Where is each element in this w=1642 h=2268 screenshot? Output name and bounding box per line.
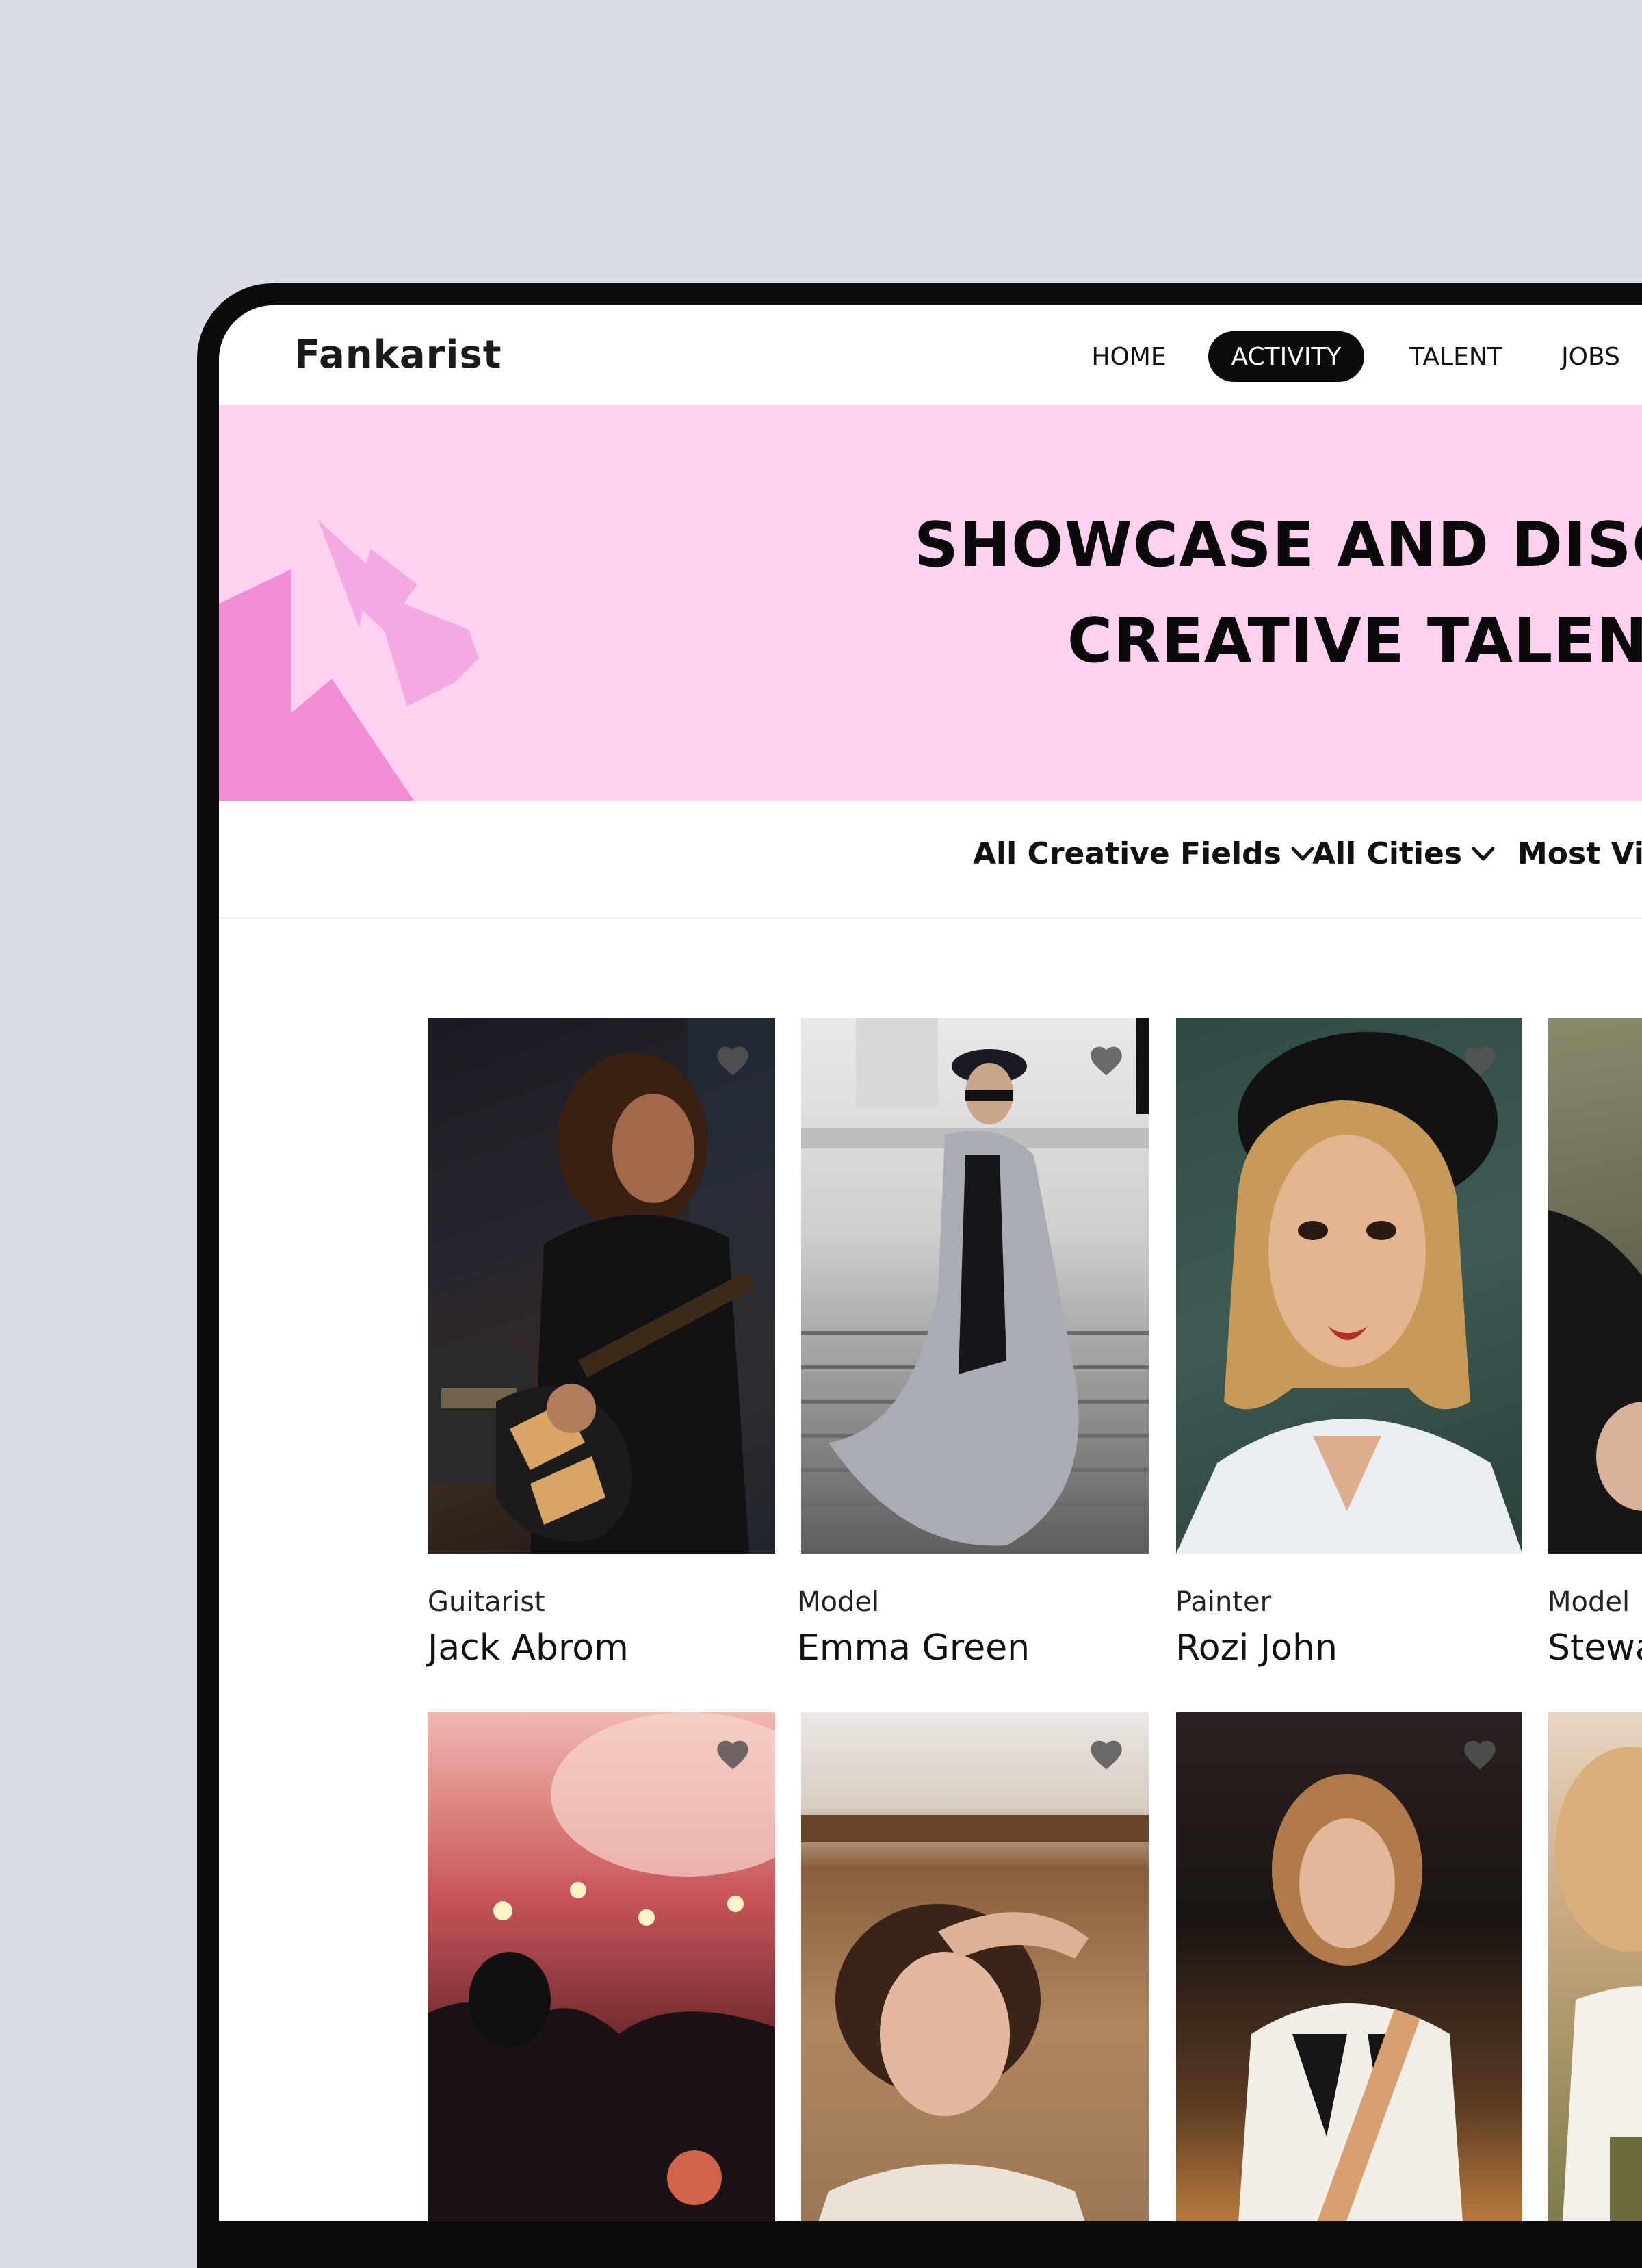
guitarist-photo [428,1018,775,1554]
painting-portrait [1176,1032,1522,1554]
card-role: Model [1548,1586,1630,1618]
talent-card-image[interactable] [428,1712,775,2221]
sort-dropdown[interactable]: Most Vie [1517,836,1642,871]
cities-dropdown[interactable]: All Cities [1312,836,1495,871]
model-photo [801,1018,1149,1546]
app-screen: Fankarist HOME ACTIVITY TALENT JOBS SHOW… [219,305,1642,2221]
sort-label: Most Vie [1517,836,1642,871]
card-name[interactable]: Jack Abrom [428,1627,629,1668]
heart-icon[interactable] [714,1737,752,1771]
chevron-down-icon [1472,847,1495,860]
nav-item-activity[interactable]: ACTIVITY [1208,331,1364,382]
chevron-down-icon [1291,847,1314,860]
talent-card-image[interactable] [428,1018,775,1554]
card-name[interactable]: Rozi John [1175,1627,1338,1668]
talent-card-image[interactable] [1548,1712,1642,2221]
heart-icon[interactable] [714,1043,752,1077]
heart-icon[interactable] [1087,1737,1125,1771]
card-role: Model [797,1586,880,1618]
talent-card-image[interactable] [801,1018,1149,1554]
nav-item-home[interactable]: HOME [1060,331,1197,382]
heart-icon[interactable] [1461,1737,1499,1771]
card-role: Guitarist [428,1586,545,1618]
lightning-bolt-illustration [219,520,479,801]
cities-label: All Cities [1312,836,1463,871]
creative-fields-dropdown[interactable]: All Creative Fields [973,836,1314,871]
card-name[interactable]: Emma Green [797,1627,1030,1668]
brand-logo[interactable]: Fankarist [294,333,502,377]
violinist-photo [1238,1774,1463,2221]
crowd-flares-photo [428,1712,775,2221]
card-name[interactable]: Stewa [1548,1627,1642,1668]
hero-title-line-1: SHOWCASE AND DISCO [914,509,1642,581]
hero-title-line-2: CREATIVE TALENT [1067,605,1642,677]
card-role: Painter [1175,1586,1272,1618]
heart-icon[interactable] [1087,1043,1125,1077]
heart-icon[interactable] [1461,1043,1499,1077]
filter-bar: All Creative Fields All Cities Most Vie [219,801,1642,919]
model-photo [1548,1210,1642,1554]
talent-card-image[interactable] [1176,1712,1522,2221]
nav-item-jobs[interactable]: JOBS [1539,331,1642,382]
creative-fields-label: All Creative Fields [973,836,1281,871]
hero-banner: SHOWCASE AND DISCO CREATIVE TALENT [219,405,1642,801]
portrait-photo [1555,1747,1642,2221]
portrait-photo [801,1815,1149,2221]
talent-card-image[interactable] [1176,1018,1522,1554]
top-navigation-bar: Fankarist HOME ACTIVITY TALENT JOBS [219,305,1642,407]
talent-card-image[interactable] [1548,1018,1642,1554]
nav-item-talent[interactable]: TALENT [1387,331,1524,382]
talent-card-image[interactable] [801,1712,1149,2221]
